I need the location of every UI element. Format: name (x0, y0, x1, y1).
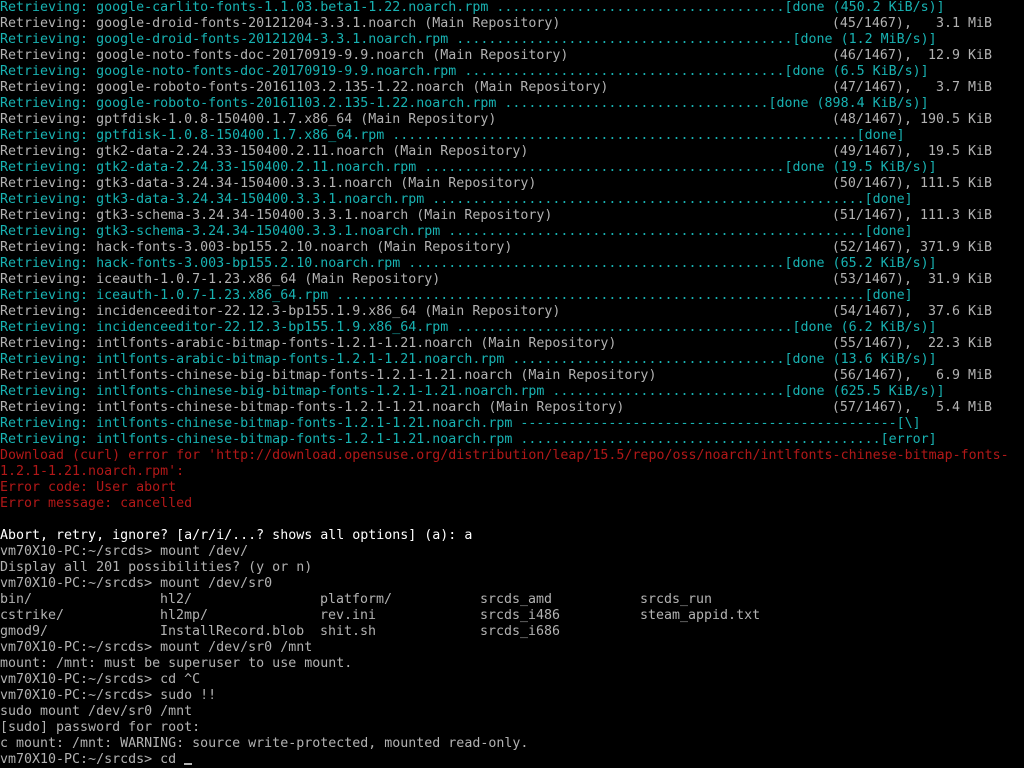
shell-output-line: vm70X10-PC:~/srcds> mount /dev/sr0 /mnt (0, 640, 313, 655)
download-progress-line: Retrieving: gtk2-data-2.24.33-150400.2.1… (0, 160, 937, 175)
file-listing-row: cstrike/hl2mp/rev.ini srcds_i486 steam_app… (0, 608, 1024, 624)
file-listing-row: gmod9/InstallRecord.blob shit.sh srcds_i68… (0, 624, 1024, 640)
file-entry: srcds_run (640, 592, 713, 607)
file-entry: InstallRecord.blob (160, 624, 305, 639)
package-description: Retrieving: google-droid-fonts-20121204-… (0, 16, 561, 31)
file-entry: platform/ (320, 592, 393, 607)
shell-output-line: vm70X10-PC:~/srcds> sudo !! (0, 688, 217, 703)
shell-output-line: [sudo] password for root: (0, 720, 201, 735)
file-entry: srcds_i686 (480, 624, 561, 639)
package-count-size: (51/1467), 111.3 KiB (831, 208, 992, 223)
retrieve-info-line: Retrieving: intlfonts-chinese-bitmap-fon… (0, 400, 1024, 416)
file-listing: bin/hl2/platform/srcds_amd srcds_run cstri… (0, 592, 1024, 640)
shell-output-line: c mount: /mnt: WARNING: source write-pro… (0, 736, 529, 751)
package-count-size: (50/1467), 111.5 KiB (831, 176, 992, 191)
shell-output-line: vm70X10-PC:~/srcds> mount /dev/ (0, 544, 249, 559)
file-entry: shit.sh (320, 624, 377, 639)
package-count-size: (47/1467), 3.7 MiB (831, 80, 992, 95)
package-description: Retrieving: incidenceeditor-22.12.3-bp15… (0, 304, 561, 319)
shell-output-line: Display all 201 possibilities? (y or n) (0, 560, 313, 575)
download-progress-line: Retrieving: google-carlito-fonts-1.1.03.… (0, 0, 945, 15)
terminal-window[interactable]: Retrieving: google-carlito-fonts-1.1.03.… (0, 0, 1024, 768)
download-progress-line: Retrieving: gtk3-schema-3.24.34-150400.3… (0, 224, 913, 239)
file-entry: srcds_i486 (480, 608, 561, 623)
package-description: Retrieving: gtk3-schema-3.24.34-150400.3… (0, 208, 553, 223)
package-count-size: (49/1467), 19.5 KiB (831, 144, 992, 159)
retrieve-info-line: Retrieving: hack-fonts-3.003-bp155.2.10.… (0, 240, 1024, 256)
file-entry: rev.ini (320, 608, 377, 623)
file-entry: srcds_amd (480, 592, 553, 607)
download-progress-line: Retrieving: google-noto-fonts-doc-201709… (0, 64, 929, 79)
retrieve-info-line: Retrieving: gtk2-data-2.24.33-150400.2.1… (0, 144, 1024, 160)
download-progress-line: Retrieving: hack-fonts-3.003-bp155.2.10.… (0, 256, 937, 271)
file-entry: bin/ (0, 592, 33, 607)
retrieve-info-line: Retrieving: gptfdisk-1.0.8-150400.1.7.x8… (0, 112, 1024, 128)
text-cursor (184, 763, 193, 765)
error-detail-line: Error code: User abort (0, 480, 177, 495)
download-progress-line: Retrieving: intlfonts-chinese-big-bitmap… (0, 384, 945, 399)
package-count-size: (45/1467), 3.1 MiB (831, 16, 992, 31)
package-description: Retrieving: gtk2-data-2.24.33-150400.2.1… (0, 144, 529, 159)
package-count-size: (52/1467), 371.9 KiB (831, 240, 992, 255)
shell-output-line: mount: /mnt: must be superuser to use mo… (0, 656, 353, 671)
retrieve-info-line: Retrieving: google-noto-fonts-doc-201709… (0, 48, 1024, 64)
file-entry: gmod9/ (0, 624, 49, 639)
package-description: Retrieving: intlfonts-chinese-big-bitmap… (0, 368, 657, 383)
package-description: Retrieving: gptfdisk-1.0.8-150400.1.7.x8… (0, 112, 497, 127)
download-progress-line: Retrieving: incidenceeditor-22.12.3-bp15… (0, 320, 937, 335)
retrieve-info-line: Retrieving: gtk3-data-3.24.34-150400.3.3… (0, 176, 1024, 192)
file-entry: steam_appid.txt (640, 608, 761, 623)
package-count-size: (55/1467), 22.3 KiB (831, 336, 992, 351)
shell-session-before-listing: vm70X10-PC:~/srcds> mount /dev/Display a… (0, 544, 1024, 592)
package-description: Retrieving: gtk3-data-3.24.34-150400.3.3… (0, 176, 537, 191)
zypper-download-log: Retrieving: google-carlito-fonts-1.1.03.… (0, 0, 1024, 448)
package-description: Retrieving: iceauth-1.0.7-1.23.x86_64 (M… (0, 272, 441, 287)
retrieve-info-line: Retrieving: gtk3-schema-3.24.34-150400.3… (0, 208, 1024, 224)
download-progress-line: Retrieving: iceauth-1.0.7-1.23.x86_64.rp… (0, 288, 913, 303)
package-description: Retrieving: hack-fonts-3.003-bp155.2.10.… (0, 240, 513, 255)
download-progress-line: Retrieving: gptfdisk-1.0.8-150400.1.7.x8… (0, 128, 905, 143)
file-listing-row: bin/hl2/platform/srcds_amd srcds_run (0, 592, 1024, 608)
download-error-message: Download (curl) error for 'http://downlo… (0, 448, 1009, 479)
retrieve-info-line: Retrieving: google-droid-fonts-20121204-… (0, 16, 1024, 32)
current-prompt-text: vm70X10-PC:~/srcds> cd (0, 752, 185, 767)
file-entry: hl2mp/ (160, 608, 209, 623)
download-progress-line: Retrieving: gtk3-data-3.24.34-150400.3.3… (0, 192, 913, 207)
download-progress-line: Retrieving: intlfonts-arabic-bitmap-font… (0, 352, 937, 367)
download-progress-line: Retrieving: intlfonts-chinese-bitmap-fon… (0, 416, 921, 431)
retrieve-info-line: Retrieving: intlfonts-arabic-bitmap-font… (0, 336, 1024, 352)
file-entry: hl2/ (160, 592, 193, 607)
retrieve-info-line: Retrieving: incidenceeditor-22.12.3-bp15… (0, 304, 1024, 320)
shell-output-line: sudo mount /dev/sr0 /mnt (0, 704, 193, 719)
retrieve-info-line: Retrieving: google-roboto-fonts-20161103… (0, 80, 1024, 96)
abort-retry-prompt: Abort, retry, ignore? [a/r/i/...? shows … (0, 528, 473, 543)
package-count-size: (46/1467), 12.9 KiB (831, 48, 992, 63)
shell-output-line: vm70X10-PC:~/srcds> mount /dev/sr0 (0, 576, 273, 591)
package-description: Retrieving: intlfonts-chinese-bitmap-fon… (0, 400, 625, 415)
package-description: Retrieving: google-roboto-fonts-20161103… (0, 80, 609, 95)
error-detail-line: Error message: cancelled (0, 496, 193, 511)
package-count-size: (54/1467), 37.6 KiB (831, 304, 992, 319)
current-command-line[interactable]: vm70X10-PC:~/srcds> cd (0, 752, 1024, 768)
package-description: Retrieving: intlfonts-arabic-bitmap-font… (0, 336, 617, 351)
package-count-size: (57/1467), 5.4 MiB (831, 400, 992, 415)
download-progress-line: Retrieving: google-droid-fonts-20121204-… (0, 32, 937, 47)
download-progress-line: Retrieving: intlfonts-chinese-bitmap-fon… (0, 432, 937, 447)
retrieve-info-line: Retrieving: intlfonts-chinese-big-bitmap… (0, 368, 1024, 384)
shell-session-after-listing: vm70X10-PC:~/srcds> mount /dev/sr0 /mnt m… (0, 640, 1024, 752)
package-count-size: (53/1467), 31.9 KiB (831, 272, 992, 287)
shell-output-line: vm70X10-PC:~/srcds> cd ^C (0, 672, 201, 687)
retrieve-info-line: Retrieving: iceauth-1.0.7-1.23.x86_64 (M… (0, 272, 1024, 288)
download-progress-line: Retrieving: google-roboto-fonts-20161103… (0, 96, 929, 111)
package-description: Retrieving: google-noto-fonts-doc-201709… (0, 48, 569, 63)
package-count-size: (56/1467), 6.9 MiB (831, 368, 992, 383)
download-error-block: Download (curl) error for 'http://downlo… (0, 448, 1024, 512)
package-count-size: (48/1467), 190.5 KiB (831, 112, 992, 127)
file-entry: cstrike/ (0, 608, 65, 623)
